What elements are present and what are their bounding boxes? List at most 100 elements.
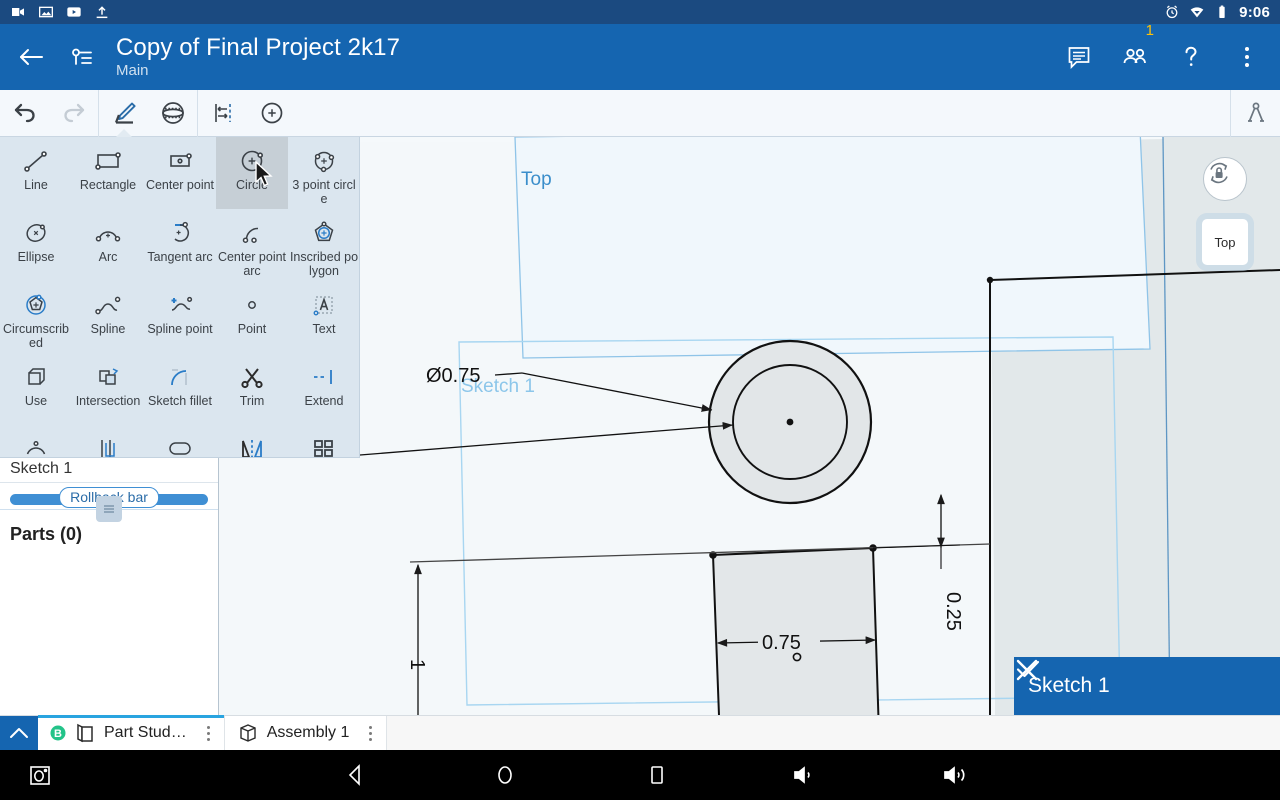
bottom-tab-bar: B Part Stud… Assembly 1 <box>0 715 1280 750</box>
sketch-tool-construction-arc[interactable] <box>0 425 72 458</box>
three-point-circle-icon <box>310 146 338 176</box>
upload-icon <box>94 4 110 20</box>
rotation-lock-button[interactable] <box>1203 157 1247 201</box>
sketch-tool-text[interactable]: Text <box>288 281 360 353</box>
tool-label: Spline point <box>145 323 215 337</box>
sketch-tool-intersection[interactable]: Intersection <box>72 353 144 425</box>
sketch-tool-center-point-rectangle[interactable]: Center point <box>144 137 216 209</box>
history-tool-group <box>0 90 98 137</box>
back-button[interactable] <box>0 45 62 69</box>
sketch-tool-pattern[interactable] <box>288 425 360 458</box>
mirror-icon <box>238 434 266 458</box>
nav-back-button[interactable] <box>342 762 368 788</box>
plane-label-top: Top <box>521 169 552 190</box>
trim-scissors-icon <box>239 362 265 392</box>
constraint-icon <box>259 100 285 126</box>
comments-button[interactable] <box>1064 37 1094 77</box>
modeling-tool-group <box>99 90 197 137</box>
sketch-tool-spline[interactable]: Spline <box>72 281 144 353</box>
arc-icon <box>93 218 123 248</box>
chevron-up-icon <box>7 724 31 742</box>
screenshot-button[interactable] <box>25 762 55 788</box>
tool-label: Inscribed polygon <box>289 251 359 278</box>
sketch-tool-sketch-fillet[interactable]: Sketch fillet <box>144 353 216 425</box>
surface-tool-button[interactable] <box>148 90 197 136</box>
overflow-menu-icon <box>1245 47 1249 67</box>
document-versions-button[interactable] <box>62 44 102 70</box>
tool-label: Intersection <box>73 395 143 409</box>
document-titles: Copy of Final Project 2k17 Main <box>102 34 400 80</box>
spline-point-icon <box>165 290 195 320</box>
tool-label: Extend <box>289 395 359 409</box>
status-bar-system: 9:06 <box>1164 4 1280 21</box>
center-point-arc-icon <box>237 218 267 248</box>
app-bar-actions: 1 <box>1064 37 1280 77</box>
tab-assembly-1[interactable]: Assembly 1 <box>225 716 388 750</box>
sketch-tool-tangent-arc[interactable]: Tangent arc <box>144 209 216 281</box>
sketch-tool-circumscribed-polygon[interactable]: Circumscribed <box>0 281 72 353</box>
overflow-menu-button[interactable] <box>1232 37 1262 77</box>
tool-label: Rectangle <box>73 179 143 193</box>
sketch-tool-arc[interactable]: Arc <box>72 209 144 281</box>
sketch-tool-point[interactable]: Point <box>216 281 288 353</box>
tab-part-studio[interactable]: B Part Stud… <box>38 716 225 750</box>
sketch-tool-use[interactable]: Use <box>0 353 72 425</box>
pencil-icon <box>110 100 138 126</box>
sketch-tool-button[interactable] <box>99 90 148 136</box>
volume-down-button[interactable] <box>790 762 820 788</box>
sketch-tool-center-point-arc[interactable]: Center point arc <box>216 209 288 281</box>
undo-button[interactable] <box>0 90 49 136</box>
sketch-tool-inscribed-polygon[interactable]: Inscribed polygon <box>288 209 360 281</box>
nav-home-icon <box>492 762 518 788</box>
volume-up-button[interactable] <box>940 762 972 788</box>
page-title: Copy of Final Project 2k17 <box>116 34 400 61</box>
nav-recents-button[interactable] <box>644 762 670 788</box>
tool-label: Tangent arc <box>145 251 215 265</box>
circumscribed-polygon-icon <box>22 290 50 320</box>
tool-label: Arc <box>73 251 143 265</box>
sketch-tool-trim[interactable]: Trim <box>216 353 288 425</box>
help-button[interactable] <box>1176 37 1206 77</box>
sketch-tool-spline-point[interactable]: Spline point <box>144 281 216 353</box>
measure-tool-button[interactable] <box>1231 90 1280 136</box>
dim-overall-height: 1 <box>406 659 428 670</box>
assembly-icon <box>237 722 259 744</box>
toolbar-right-group <box>1230 90 1280 137</box>
tool-label: Ellipse <box>1 251 71 265</box>
sketch-tool-offset[interactable] <box>72 425 144 458</box>
sketch-tool-3-point-circle[interactable]: 3 point circle <box>288 137 360 209</box>
sketch-tool-grid: Line Rectangle Center point Circle 3 poi… <box>0 137 359 458</box>
view-cube[interactable]: Top <box>1202 219 1248 265</box>
sketch-tool-mirror[interactable] <box>216 425 288 458</box>
tool-label: Circumscribed <box>1 323 71 350</box>
sketch-tool-rectangle[interactable]: Rectangle <box>72 137 144 209</box>
center-point-rectangle-icon <box>165 146 195 176</box>
slot-icon <box>165 434 195 458</box>
rectangle-icon <box>93 146 123 176</box>
sketch-tool-ellipse[interactable]: Ellipse <box>0 209 72 281</box>
circle-icon <box>238 146 266 176</box>
sketch-tool-circle[interactable]: Circle <box>216 137 288 209</box>
accept-sketch-button[interactable] <box>1180 672 1208 700</box>
sketch-tool-extend[interactable]: Extend <box>288 353 360 425</box>
share-button[interactable]: 1 <box>1120 37 1150 77</box>
cancel-sketch-button[interactable] <box>1234 672 1262 700</box>
sketch-confirm-bar: Sketch 1 <box>1014 657 1280 715</box>
redo-button[interactable] <box>49 90 98 136</box>
tool-label: Circle <box>217 179 287 193</box>
dimension-tool-button[interactable] <box>198 90 247 136</box>
feature-row-sketch1[interactable]: Sketch 1 <box>0 455 218 483</box>
construction-arc-icon <box>21 434 51 458</box>
rollback-grip-handle[interactable] <box>96 496 122 522</box>
video-camera-icon <box>10 4 26 20</box>
expand-tabs-button[interactable] <box>0 716 38 750</box>
offset-icon <box>95 434 121 458</box>
sketch-tool-line[interactable]: Line <box>0 137 72 209</box>
sketch-tool-slot[interactable] <box>144 425 216 458</box>
tab-overflow-menu[interactable] <box>201 726 216 741</box>
nav-home-button[interactable] <box>492 762 518 788</box>
rollback-bar[interactable]: Rollback bar <box>0 483 218 510</box>
screenshot-icon <box>25 762 55 788</box>
constraint-tool-button[interactable] <box>247 90 296 136</box>
tab-overflow-menu[interactable] <box>363 726 378 741</box>
